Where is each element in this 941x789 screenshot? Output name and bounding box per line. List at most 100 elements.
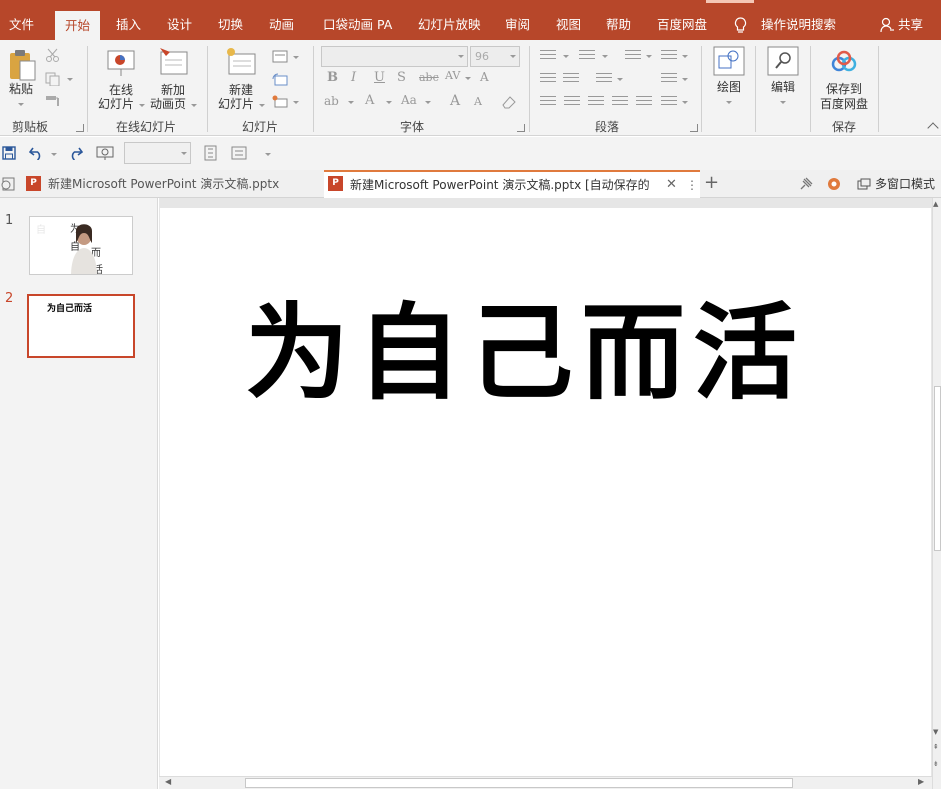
tab-view[interactable]: 视图 — [556, 9, 581, 40]
clear-format-icon[interactable]: A — [480, 70, 489, 84]
align-left-icon[interactable] — [540, 96, 556, 109]
numbering-icon[interactable] — [579, 50, 595, 63]
editing-dropdown[interactable] — [780, 101, 786, 104]
copy-icon[interactable] — [45, 72, 61, 86]
font-size-dropdown[interactable] — [510, 55, 516, 58]
grow-font-icon[interactable]: A — [450, 93, 460, 109]
paste-icon[interactable] — [7, 48, 37, 82]
font-color-dropdown[interactable] — [386, 101, 392, 104]
pin-tool-icon[interactable] — [798, 176, 814, 192]
underline-icon[interactable]: U — [374, 70, 385, 85]
tab-transitions[interactable]: 切换 — [218, 9, 243, 40]
distributed-icon[interactable] — [636, 96, 652, 109]
document-tab-2[interactable]: P 新建Microsoft PowerPoint 演示文稿.pptx [自动保存… — [324, 170, 700, 198]
tell-me-search[interactable]: 操作说明搜索 — [761, 9, 836, 40]
smartart-icon[interactable] — [661, 96, 677, 109]
increase-indent-icon[interactable] — [563, 73, 579, 86]
find-search-icon[interactable] — [767, 46, 799, 76]
horizontal-scroll-thumb[interactable] — [245, 778, 793, 788]
online-slides-label-2[interactable]: 幻灯片 — [98, 97, 134, 112]
drawing-shapes-icon[interactable] — [713, 46, 745, 76]
eraser-icon[interactable] — [501, 95, 517, 109]
bullets-dropdown[interactable] — [563, 55, 569, 58]
change-case-dropdown[interactable] — [425, 101, 431, 104]
justify-icon[interactable] — [612, 96, 628, 109]
close-tab-icon[interactable]: ✕ — [666, 172, 677, 198]
redo-icon[interactable] — [67, 146, 83, 160]
vertical-scroll-thumb[interactable] — [934, 386, 941, 551]
normal-view-icon[interactable] — [231, 146, 247, 160]
scroll-right-icon[interactable]: ▶ — [918, 777, 924, 786]
undo-dropdown[interactable] — [51, 153, 57, 156]
tab-design[interactable]: 设计 — [167, 9, 192, 40]
qat-combo-dropdown[interactable] — [181, 152, 187, 155]
char-spacing-icon[interactable]: AV — [445, 69, 460, 82]
customize-qat-dropdown[interactable] — [265, 153, 271, 156]
slide-title-text[interactable]: 为自己而活 — [245, 268, 805, 419]
copy-dropdown[interactable] — [67, 78, 73, 81]
text-direction-icon[interactable] — [661, 50, 677, 63]
tab-list-icon[interactable] — [0, 176, 16, 192]
new-slide-label-1[interactable]: 新建 — [229, 83, 253, 98]
drawing-dropdown[interactable] — [726, 101, 732, 104]
scroll-up-icon[interactable]: ▲ — [933, 200, 938, 208]
collapse-ribbon-icon[interactable] — [927, 122, 939, 134]
tab-baidu-netdisk[interactable]: 百度网盘 — [657, 9, 707, 40]
bullets-icon[interactable] — [540, 50, 556, 63]
tab-animations[interactable]: 动画 — [269, 9, 294, 40]
tab-more-icon[interactable]: ⋮ — [686, 172, 698, 198]
undo-icon[interactable] — [29, 146, 45, 160]
slideshow-start-icon[interactable] — [96, 145, 114, 161]
new-animation-label-1[interactable]: 新加 — [161, 83, 185, 98]
slide-canvas[interactable]: 为自己而活 — [160, 208, 931, 776]
strikethrough-icon[interactable]: abc — [419, 71, 439, 84]
paragraph-launcher[interactable] — [690, 124, 698, 132]
format-painter-icon[interactable] — [45, 94, 61, 108]
section-dropdown[interactable] — [293, 101, 299, 104]
baidu-netdisk-icon[interactable] — [829, 50, 859, 74]
ruler-icon[interactable] — [203, 145, 218, 161]
layout-icon[interactable] — [272, 50, 288, 63]
cut-icon[interactable] — [45, 48, 61, 62]
previous-slide-icon[interactable]: ⇞ — [933, 743, 939, 751]
settings-gear-icon[interactable] — [826, 176, 842, 192]
paste-label[interactable]: 粘贴 — [9, 82, 33, 97]
tab-help[interactable]: 帮助 — [606, 9, 631, 40]
online-slides-label-1[interactable]: 在线 — [109, 83, 133, 98]
new-tab-icon[interactable]: + — [704, 172, 719, 193]
font-launcher[interactable] — [517, 124, 525, 132]
multi-window-mode-button[interactable]: 多窗口模式 — [875, 170, 935, 198]
align-text-dropdown[interactable] — [682, 78, 688, 81]
shrink-font-icon[interactable]: A — [474, 95, 482, 108]
save-baidu-label-1[interactable]: 保存到 — [826, 82, 862, 97]
columns-dropdown[interactable] — [617, 78, 623, 81]
numbering-dropdown[interactable] — [602, 55, 608, 58]
vertical-scrollbar[interactable]: ▲ ▼ ⇞ ⇟ — [932, 198, 941, 789]
align-right-icon[interactable] — [588, 96, 604, 109]
online-slides-dropdown[interactable] — [139, 104, 145, 107]
online-slides-icon[interactable] — [106, 48, 136, 78]
tab-home[interactable]: 开始 — [55, 11, 101, 40]
text-direction-dropdown[interactable] — [682, 55, 688, 58]
slide-thumbnail-2-selected[interactable]: 为自己而活 — [27, 294, 135, 358]
tab-pocket-animation[interactable]: 口袋动画 PA — [323, 9, 392, 40]
new-slide-icon[interactable] — [225, 46, 257, 78]
decrease-indent-icon[interactable] — [540, 73, 556, 86]
line-spacing-icon[interactable] — [625, 50, 641, 63]
new-slide-dropdown[interactable] — [259, 104, 265, 107]
save-icon[interactable] — [2, 146, 16, 160]
slide-thumbnail-1[interactable]: 自 为 自 而 活 — [29, 216, 133, 275]
paste-dropdown[interactable] — [18, 103, 24, 106]
save-baidu-label-2[interactable]: 百度网盘 — [820, 97, 868, 112]
align-center-icon[interactable] — [564, 96, 580, 109]
tab-insert[interactable]: 插入 — [116, 9, 141, 40]
next-slide-icon[interactable]: ⇟ — [933, 760, 939, 768]
font-name-dropdown[interactable] — [458, 55, 464, 58]
new-animation-label-2[interactable]: 动画页 — [150, 97, 186, 112]
tab-file[interactable]: 文件 — [9, 9, 34, 40]
line-spacing-dropdown[interactable] — [646, 55, 652, 58]
clipboard-launcher[interactable] — [76, 124, 84, 132]
scroll-left-icon[interactable]: ◀ — [165, 777, 171, 786]
document-tab-1[interactable]: P 新建Microsoft PowerPoint 演示文稿.pptx — [22, 170, 324, 198]
new-animation-page-icon[interactable] — [158, 46, 190, 78]
